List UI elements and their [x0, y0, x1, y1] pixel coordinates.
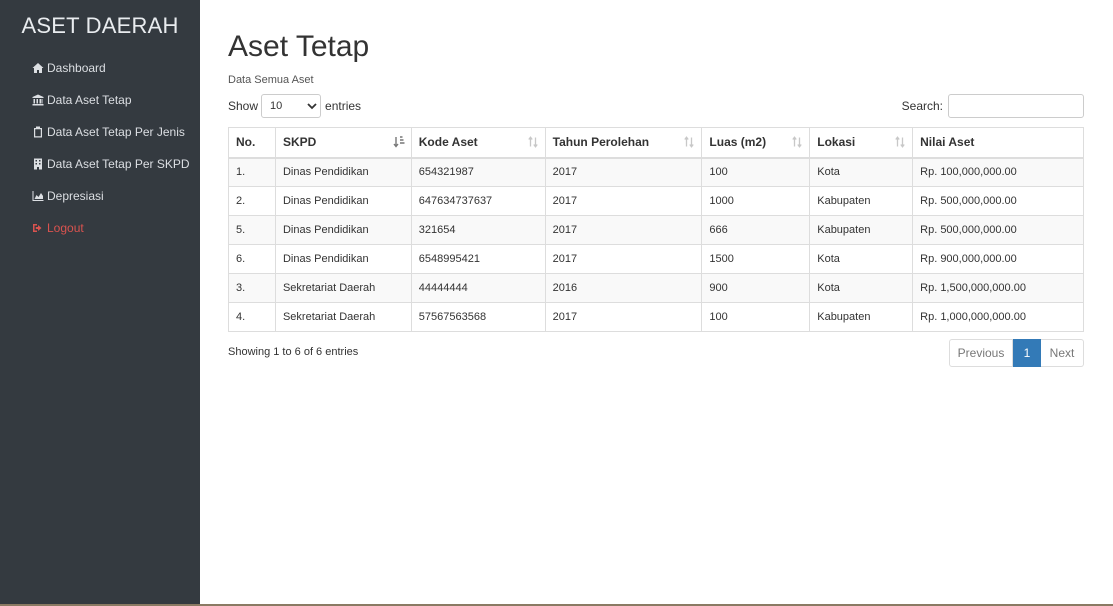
table-row: 2. Dinas Pendidikan 647634737637 2017 10…: [228, 186, 1084, 216]
area-chart-icon: [32, 190, 44, 202]
cell-kode-aset: 44444444: [410, 273, 546, 303]
cell-nilai-aset: Rp. 500,000,000.00: [912, 186, 1084, 216]
cell-no: 3.: [228, 273, 276, 303]
pagination: Previous 1 Next: [949, 339, 1084, 367]
sidebar-item-label: Data Aset Tetap Per Jenis: [47, 125, 185, 139]
cell-lokasi: Kota: [809, 157, 914, 187]
table-header-row: No. SKPD Kode Aset Tahun Perolehan Luas …: [228, 127, 1084, 159]
table-row: 5. Dinas Pendidikan 321654 2017 666 Kabu…: [228, 215, 1084, 245]
cell-kode-aset: 647634737637: [410, 186, 546, 216]
home-icon: [32, 62, 44, 74]
search-label: Search:: [901, 99, 943, 113]
previous-button[interactable]: Previous: [949, 339, 1013, 367]
cell-kode-aset: 654321987: [410, 157, 546, 187]
table-row: 6. Dinas Pendidikan 6548995421 2017 1500…: [228, 244, 1084, 274]
show-label: Show: [228, 99, 259, 113]
column-header-lokasi[interactable]: Lokasi: [809, 127, 914, 159]
cell-no: 5.: [228, 215, 276, 245]
cell-nilai-aset: Rp. 100,000,000.00: [912, 157, 1084, 187]
cell-lokasi: Kabupaten: [809, 186, 914, 216]
main-content: Aset Tetap Data Semua Aset Show 10 entri…: [200, 0, 1113, 604]
cell-nilai-aset: Rp. 1,000,000,000.00: [912, 302, 1084, 332]
sidebar-item-per-jenis[interactable]: Data Aset Tetap Per Jenis: [32, 122, 185, 142]
entries-length-control: Show 10 entries: [228, 94, 361, 118]
cell-nilai-aset: Rp. 900,000,000.00: [912, 244, 1084, 274]
column-header-no[interactable]: No.: [228, 127, 276, 159]
clipboard-icon: [32, 126, 44, 138]
search-input[interactable]: [948, 94, 1084, 118]
app-window: ASET DAERAH Dashboard Data Aset Tetap Da…: [0, 0, 1113, 606]
assets-table: No. SKPD Kode Aset Tahun Perolehan Luas …: [228, 127, 1084, 332]
cell-kode-aset: 57567563568: [410, 302, 546, 332]
entries-select[interactable]: 10: [261, 94, 322, 118]
cell-lokasi: Kabupaten: [809, 302, 914, 332]
cell-lokasi: Kota: [809, 244, 914, 274]
cell-tahun: 2017: [544, 186, 703, 216]
cell-no: 2.: [228, 186, 276, 216]
sidebar-item-label: Data Aset Tetap: [47, 93, 132, 107]
entries-label: entries: [325, 99, 362, 113]
sort-icon: [895, 136, 905, 148]
cell-kode-aset: 6548995421: [410, 244, 546, 274]
sidebar-item-label: Data Aset Tetap Per SKPD: [47, 157, 190, 171]
cell-luas: 1500: [701, 244, 811, 274]
cell-tahun: 2017: [544, 244, 703, 274]
cell-skpd: Dinas Pendidikan: [274, 186, 412, 216]
sidebar-item-dashboard[interactable]: Dashboard: [32, 58, 106, 78]
cell-luas: 666: [701, 215, 811, 245]
table-row: 1. Dinas Pendidikan 654321987 2017 100 K…: [228, 157, 1084, 187]
sort-icon: [527, 136, 538, 148]
cell-skpd: Dinas Pendidikan: [274, 157, 412, 187]
cell-no: 1.: [228, 157, 276, 187]
column-header-nilai-aset[interactable]: Nilai Aset: [912, 127, 1084, 159]
cell-skpd: Sekretariat Daerah: [274, 273, 412, 303]
search-control: Search:: [902, 94, 1084, 118]
sidebar-item-label: Depresiasi: [47, 189, 104, 203]
cell-no: 4.: [228, 302, 276, 332]
sidebar-item-depresiasi[interactable]: Depresiasi: [32, 186, 104, 206]
cell-skpd: Sekretariat Daerah: [274, 302, 412, 332]
sidebar-item-label: Dashboard: [47, 61, 106, 75]
table-info: Showing 1 to 6 of 6 entries: [228, 346, 359, 358]
cell-luas: 100: [701, 157, 811, 187]
sort-icon: [684, 136, 695, 148]
sidebar-item-label: Logout: [47, 221, 84, 235]
column-header-kode-aset[interactable]: Kode Aset: [410, 127, 546, 159]
entries-select-wrapper: 10: [258, 94, 325, 118]
column-header-tahun-perolehan[interactable]: Tahun Perolehan: [544, 127, 703, 159]
sidebar-item-logout[interactable]: Logout: [32, 218, 84, 238]
bank-icon: [32, 94, 44, 106]
cell-nilai-aset: Rp. 1,500,000,000.00: [912, 273, 1084, 303]
brand-title: ASET DAERAH: [21, 13, 179, 38]
cell-luas: 900: [701, 273, 811, 303]
sidebar-item-per-skpd[interactable]: Data Aset Tetap Per SKPD: [32, 154, 190, 174]
column-header-luas[interactable]: Luas (m2): [701, 127, 811, 159]
page-1-button[interactable]: 1: [1013, 339, 1041, 367]
sign-out-icon: [32, 222, 44, 234]
cell-kode-aset: 321654: [410, 215, 546, 245]
cell-skpd: Dinas Pendidikan: [274, 244, 412, 274]
page-title: Aset Tetap: [228, 30, 370, 63]
table-row: 3. Sekretariat Daerah 44444444 2016 900 …: [228, 273, 1084, 303]
page-subtitle: Data Semua Aset: [228, 74, 314, 86]
cell-lokasi: Kota: [809, 273, 914, 303]
table-row: 4. Sekretariat Daerah 57567563568 2017 1…: [228, 302, 1084, 332]
cell-skpd: Dinas Pendidikan: [274, 215, 412, 245]
cell-tahun: 2017: [544, 157, 703, 187]
cell-tahun: 2016: [544, 273, 703, 303]
cell-nilai-aset: Rp. 500,000,000.00: [912, 215, 1084, 245]
sidebar-item-data-aset-tetap[interactable]: Data Aset Tetap: [32, 90, 132, 110]
sort-asc-icon: [393, 136, 405, 148]
cell-luas: 100: [701, 302, 811, 332]
column-header-skpd[interactable]: SKPD: [274, 127, 412, 159]
cell-luas: 1000: [701, 186, 811, 216]
cell-no: 6.: [228, 244, 276, 274]
sidebar: ASET DAERAH Dashboard Data Aset Tetap Da…: [0, 0, 200, 604]
cell-tahun: 2017: [544, 302, 703, 332]
building-icon: [32, 158, 44, 170]
sort-icon: [792, 136, 802, 148]
cell-tahun: 2017: [544, 215, 703, 245]
next-button[interactable]: Next: [1041, 339, 1084, 367]
cell-lokasi: Kabupaten: [809, 215, 914, 245]
